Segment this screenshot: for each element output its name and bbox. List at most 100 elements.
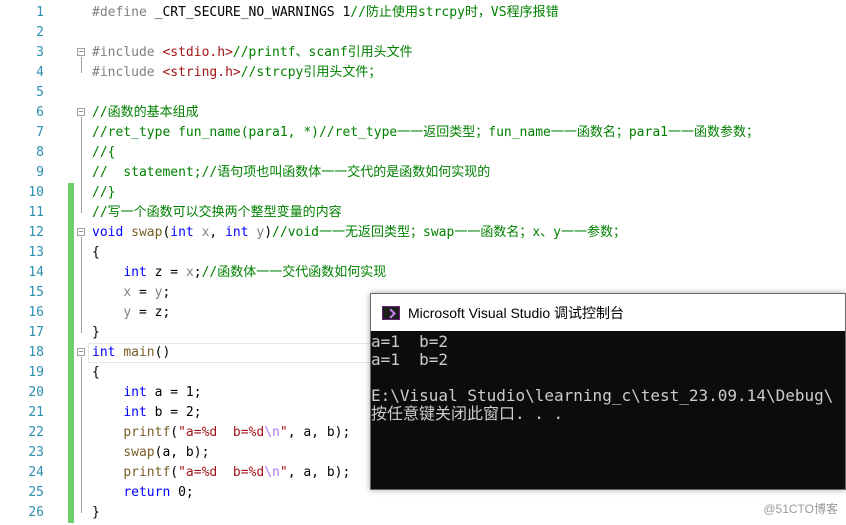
code-line[interactable]: 11 //写一个函数可以交换两个整型变量的内容 bbox=[0, 203, 846, 223]
code-text: #define _CRT_SECURE_NO_WARNINGS 1//防止使用s… bbox=[92, 3, 559, 23]
code-text: } bbox=[92, 323, 100, 343]
code-token: void bbox=[92, 225, 124, 240]
code-token: a = 1; bbox=[146, 385, 202, 400]
code-text: //} bbox=[92, 183, 115, 203]
code-token: //写一个函数可以交换两个整型变量的内容 bbox=[92, 205, 342, 220]
code-token: int bbox=[123, 265, 147, 280]
code-token: , a, b); bbox=[287, 465, 351, 480]
code-text: int z = x;//函数体一一交代函数如何实现 bbox=[92, 263, 386, 283]
code-line[interactable]: 6 −//函数的基本组成 bbox=[0, 103, 846, 123]
code-token: z = bbox=[146, 265, 186, 280]
line-number: 26 bbox=[28, 505, 44, 520]
watermark: @51CTO博客 bbox=[763, 502, 838, 516]
code-token: //void一一无返回类型；swap一一函数名；x、y一一参数； bbox=[272, 225, 626, 240]
code-text: swap(a, b); bbox=[92, 443, 209, 463]
code-token: <stdio.h> bbox=[162, 45, 233, 60]
code-token: ) bbox=[264, 225, 273, 240]
code-text: #include <stdio.h>//printf、scanf引用头文件 bbox=[92, 43, 413, 63]
code-line[interactable]: 10 //} bbox=[0, 183, 846, 203]
code-token: //strcpy引用头文件； bbox=[240, 65, 382, 80]
line-number: 21 bbox=[28, 405, 44, 420]
line-number: 16 bbox=[28, 305, 44, 320]
code-text: void swap(int x, int y)//void一一无返回类型；swa… bbox=[92, 223, 626, 243]
line-number: 4 bbox=[36, 65, 44, 80]
line-number: 1 bbox=[36, 5, 44, 20]
code-token: //防止使用strcpy时，VS程序报错 bbox=[350, 5, 559, 20]
code-token: ; bbox=[193, 265, 202, 280]
line-number: 8 bbox=[36, 145, 44, 160]
debug-console-window[interactable]: Microsoft Visual Studio 调试控制台 a=1 b=2 a=1… bbox=[370, 293, 846, 490]
code-token: swap bbox=[131, 225, 163, 240]
code-text: { bbox=[92, 363, 100, 383]
code-token: printf bbox=[123, 425, 171, 440]
code-text: printf("a=%d b=%d\n", a, b); bbox=[92, 423, 350, 443]
code-line[interactable]: 26} bbox=[0, 503, 846, 523]
code-token: " bbox=[279, 465, 288, 480]
collapse-toggle-icon[interactable]: − bbox=[77, 348, 85, 356]
code-token: } bbox=[92, 325, 100, 340]
collapse-toggle-icon[interactable]: − bbox=[77, 48, 85, 56]
line-number: 6 bbox=[36, 105, 44, 120]
code-token: " bbox=[279, 425, 288, 440]
code-line[interactable]: 14 int z = x;//函数体一一交代函数如何实现 bbox=[0, 263, 846, 283]
console-app-icon bbox=[382, 305, 400, 320]
code-line[interactable]: 1 #define _CRT_SECURE_NO_WARNINGS 1//防止使用… bbox=[0, 3, 846, 23]
code-token: "a=%d b=%d bbox=[178, 465, 265, 480]
code-token: //{ bbox=[92, 145, 116, 160]
line-number: 14 bbox=[28, 265, 44, 280]
line-number: 23 bbox=[28, 445, 44, 460]
code-token: = z; bbox=[131, 305, 171, 320]
console-output-line: a=1 b=2 bbox=[371, 332, 449, 351]
code-line[interactable]: 7 //ret_type fun_name(para1, *)//ret_type… bbox=[0, 123, 846, 143]
code-line[interactable]: 2 bbox=[0, 23, 846, 43]
code-line[interactable]: 13 { bbox=[0, 243, 846, 263]
code-text: //函数的基本组成 bbox=[92, 103, 199, 123]
console-title-bar[interactable]: Microsoft Visual Studio 调试控制台 bbox=[371, 294, 845, 331]
code-line[interactable]: 12 − void swap(int x, int y)//void一一无返回类型；… bbox=[0, 223, 846, 243]
code-line[interactable]: 5 bbox=[0, 83, 846, 103]
code-text: #include <string.h>//strcpy引用头文件； bbox=[92, 63, 381, 83]
line-number: 2 bbox=[36, 25, 44, 40]
code-token: int bbox=[170, 225, 194, 240]
code-text: y = z; bbox=[92, 303, 170, 323]
console-output: a=1 b=2 a=1 b=2 E:\Visual Studio\learning_… bbox=[371, 331, 845, 423]
collapse-toggle-icon[interactable]: − bbox=[77, 108, 85, 116]
code-token: = bbox=[131, 285, 155, 300]
code-token: #include bbox=[92, 65, 163, 80]
code-line[interactable]: 8 //{ bbox=[0, 143, 846, 163]
code-text: x = y; bbox=[92, 283, 170, 303]
line-number: 25 bbox=[28, 485, 44, 500]
collapse-toggle-icon[interactable]: − bbox=[77, 228, 85, 236]
code-token: return bbox=[123, 485, 171, 500]
code-token: ( bbox=[170, 425, 179, 440]
line-number: 12 bbox=[28, 225, 44, 240]
console-output-line: a=1 b=2 bbox=[371, 350, 449, 369]
code-token: { bbox=[92, 365, 100, 380]
code-line[interactable]: 9 // statement;//语句项也叫函数体一一交代的是函数如何实现的 bbox=[0, 163, 846, 183]
code-token: x bbox=[123, 285, 132, 300]
code-token: //printf、scanf引用头文件 bbox=[232, 45, 413, 60]
code-token: printf bbox=[123, 465, 171, 480]
code-token: } bbox=[92, 505, 100, 520]
console-title: Microsoft Visual Studio 调试控制台 bbox=[408, 304, 625, 321]
code-line[interactable]: 3 − #include <stdio.h>//printf、scanf引用头文件 bbox=[0, 43, 846, 63]
code-token: #include bbox=[92, 45, 163, 60]
code-token: #define bbox=[92, 5, 155, 20]
code-line[interactable]: 4 #include <string.h>//strcpy引用头文件； bbox=[0, 63, 846, 83]
code-token: //ret_type fun_name(para1, *)//ret_type一… bbox=[92, 125, 759, 140]
code-token: swap bbox=[123, 445, 155, 460]
code-token: x bbox=[185, 265, 194, 280]
code-token: _CRT_SECURE_NO_WARNINGS 1 bbox=[154, 5, 351, 20]
code-text: printf("a=%d b=%d\n", a, b); bbox=[92, 463, 350, 483]
code-text: // statement;//语句项也叫函数体一一交代的是函数如何实现的 bbox=[92, 163, 490, 183]
code-token: int bbox=[123, 405, 147, 420]
